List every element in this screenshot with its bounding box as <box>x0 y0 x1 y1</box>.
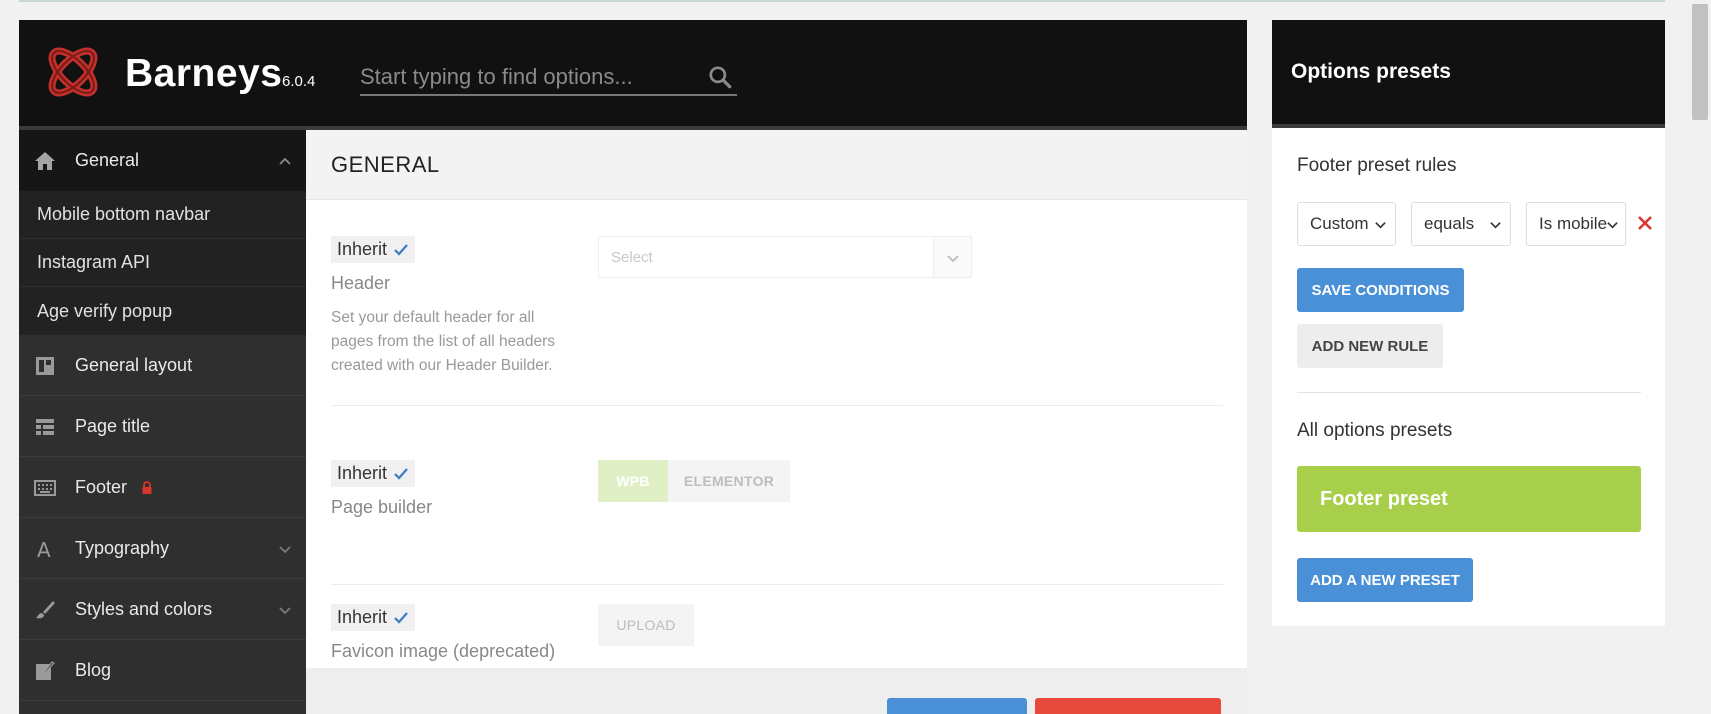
presets-panel: Options presets Footer preset rules Cust… <box>1272 20 1665 626</box>
brand-logo-icon <box>48 47 98 97</box>
version-label: 6.0.4 <box>282 73 316 90</box>
field-header: Inherit Header Set your default header f… <box>331 236 1223 406</box>
presets-divider <box>1297 392 1641 393</box>
page-builder-switch: WPB ELEMENTOR <box>598 460 790 502</box>
options-panel: Barneys 6.0.4 General Mobile bottom navb… <box>19 20 1247 714</box>
field-description: Set your default header for all pages fr… <box>331 309 556 374</box>
search-box <box>360 60 737 96</box>
chevron-down-icon[interactable] <box>278 603 292 617</box>
elementor-option[interactable]: ELEMENTOR <box>668 460 790 502</box>
chevron-down-icon[interactable] <box>278 542 292 556</box>
sidebar-item-page-title[interactable]: Page title <box>19 396 306 457</box>
inherit-label: Inherit <box>337 607 388 627</box>
sidebar-subitem-mobile-navbar[interactable]: Mobile bottom navbar <box>19 191 306 239</box>
field-label: Favicon image (deprecated) <box>331 641 556 661</box>
scrollbar-thumb[interactable] <box>1692 4 1708 120</box>
svg-text:A: A <box>37 538 51 560</box>
global-settings-button[interactable]: TO GLOBAL SETTINGS <box>1035 698 1221 714</box>
save-conditions-button[interactable]: SAVE CONDITIONS <box>1297 268 1464 312</box>
select-placeholder: Select <box>611 249 653 266</box>
rule-field-select[interactable]: Custom <box>1297 202 1396 246</box>
sidebar-item-styles-colors[interactable]: Styles and colors <box>19 579 306 640</box>
sidebar-item-general[interactable]: General <box>19 130 306 191</box>
checkmark-icon <box>394 611 408 624</box>
sidebar-item-label: General <box>75 150 140 170</box>
font-icon: A <box>37 538 51 560</box>
rule-operator-select[interactable]: equals <box>1411 202 1511 246</box>
inherit-label: Inherit <box>337 463 388 483</box>
inherit-toggle[interactable]: Inherit <box>331 604 416 631</box>
sidebar-subitem-age-verify[interactable]: Age verify popup <box>19 287 306 335</box>
all-presets-title: All options presets <box>1297 420 1453 441</box>
table-icon <box>36 419 54 435</box>
rule-operator-value: equals <box>1424 214 1475 233</box>
chevron-up-icon[interactable] <box>278 154 292 168</box>
remove-rule-icon[interactable] <box>1636 214 1654 232</box>
sidebar-item-label: Typography <box>75 537 170 558</box>
sidebar: General Mobile bottom navbar Instagram A… <box>19 130 306 714</box>
section-title: GENERAL <box>306 130 1247 200</box>
checkmark-icon <box>394 467 408 480</box>
footer-label-text: Footer <box>75 476 128 497</box>
options-header: Barneys 6.0.4 <box>19 20 1247 130</box>
presets-title: Options presets <box>1272 20 1665 128</box>
sidebar-item-footer[interactable]: Footer <box>19 457 306 518</box>
chevron-down-icon <box>1490 222 1501 229</box>
rule-value-select[interactable]: Is mobile <box>1526 202 1626 246</box>
top-border-line <box>19 0 1665 2</box>
search-input[interactable] <box>360 60 700 94</box>
lock-icon <box>142 480 152 494</box>
rule-value-value: Is mobile <box>1539 214 1608 233</box>
save-options-button[interactable]: SAVE OPTIONS <box>887 698 1027 714</box>
sidebar-item-label: Blog <box>75 659 112 680</box>
sidebar-item-blog[interactable]: Blog <box>19 640 306 701</box>
inherit-toggle[interactable]: Inherit <box>331 460 416 487</box>
checkmark-icon <box>394 243 408 256</box>
select-arrow[interactable] <box>933 237 971 277</box>
sidebar-subitem-instagram-api[interactable]: Instagram API <box>19 239 306 287</box>
sidebar-submenu: Mobile bottom navbar Instagram API Age v… <box>19 191 306 335</box>
preset-card-footer[interactable]: Footer preset <box>1297 466 1641 532</box>
sidebar-item-typography[interactable]: A Typography <box>19 518 306 579</box>
layout-icon <box>36 357 54 375</box>
chevron-down-icon <box>1607 222 1618 229</box>
header-select[interactable]: Select <box>598 236 972 278</box>
page-scrollbar[interactable] <box>1688 0 1711 714</box>
sidebar-item-label: Page title <box>75 415 151 436</box>
inherit-label: Inherit <box>337 239 388 259</box>
rule-field-value: Custom <box>1310 214 1369 233</box>
home-icon <box>35 152 55 170</box>
rules-title: Footer preset rules <box>1297 155 1457 176</box>
add-new-rule-button[interactable]: ADD NEW RULE <box>1297 324 1443 368</box>
sidebar-item-label: Styles and colors <box>75 598 213 619</box>
upload-button[interactable]: UPLOAD <box>598 604 694 646</box>
brand-name: Barneys <box>125 52 283 95</box>
brush-icon <box>36 601 55 619</box>
inherit-toggle[interactable]: Inherit <box>331 236 416 263</box>
sidebar-item-general-layout[interactable]: General layout <box>19 335 306 396</box>
field-page-builder: Inherit Page builder WPB ELEMENTOR <box>331 460 1223 585</box>
keyboard-icon <box>34 480 56 496</box>
add-new-preset-button[interactable]: ADD A NEW PRESET <box>1297 558 1473 602</box>
sidebar-item-label: General layout <box>75 354 193 375</box>
sidebar-item-label: Footer <box>75 477 154 498</box>
chevron-down-icon <box>1375 222 1386 229</box>
wpb-option[interactable]: WPB <box>598 460 668 502</box>
options-content: GENERAL Inherit Header Set your default … <box>306 130 1247 714</box>
bottom-action-bar: SAVE OPTIONS TO GLOBAL SETTINGS <box>306 668 1247 714</box>
edit-icon <box>36 661 55 680</box>
chevron-down-icon <box>947 255 959 263</box>
search-icon[interactable] <box>707 64 733 90</box>
